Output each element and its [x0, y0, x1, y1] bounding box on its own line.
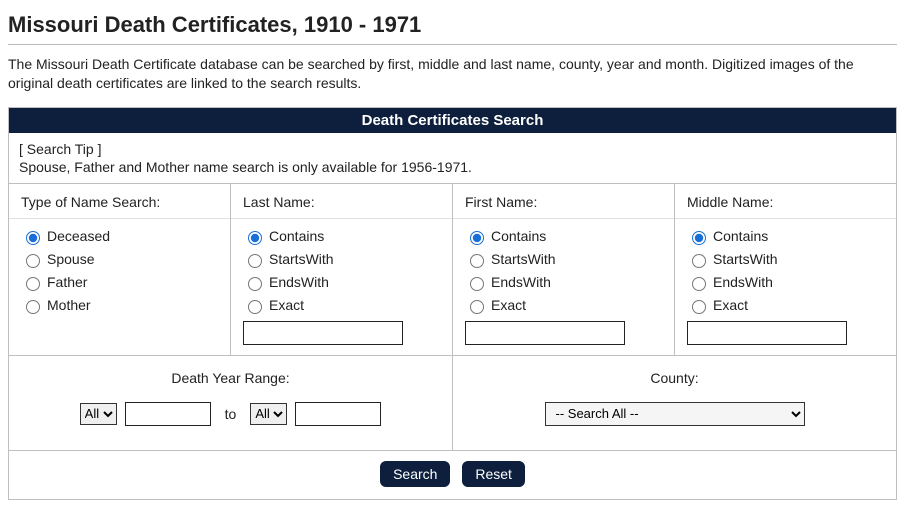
radio-mother-input[interactable]: [26, 300, 40, 314]
radio-mother[interactable]: Mother: [21, 294, 218, 317]
last-name-exact-input[interactable]: [248, 300, 262, 314]
middle-name-column: Middle Name: Contains StartsWith EndsWit…: [675, 184, 896, 355]
radio-mother-label: Mother: [47, 297, 91, 313]
first-name-contains[interactable]: Contains: [465, 225, 662, 248]
radio-deceased-label: Deceased: [47, 228, 110, 244]
county-column: County: -- Search All --: [453, 356, 896, 450]
lower-row: Death Year Range: All to All County: -- …: [9, 356, 896, 451]
reset-button[interactable]: Reset: [462, 461, 525, 487]
year-to-select[interactable]: All: [250, 403, 287, 425]
middle-name-endswith-input[interactable]: [692, 277, 706, 291]
first-name-exact-label: Exact: [491, 297, 526, 313]
middle-name-input[interactable]: [687, 321, 847, 345]
first-name-heading: First Name:: [453, 184, 674, 219]
last-name-startswith-input[interactable]: [248, 254, 262, 268]
county-heading: County:: [463, 370, 886, 386]
middle-name-contains-label: Contains: [713, 228, 768, 244]
year-to-input[interactable]: [295, 402, 381, 426]
middle-name-heading: Middle Name:: [675, 184, 896, 219]
first-name-startswith[interactable]: StartsWith: [465, 248, 662, 271]
first-name-input[interactable]: [465, 321, 625, 345]
middle-name-exact-input[interactable]: [692, 300, 706, 314]
middle-name-exact[interactable]: Exact: [687, 294, 884, 317]
year-range-heading: Death Year Range:: [19, 370, 442, 386]
first-name-exact[interactable]: Exact: [465, 294, 662, 317]
type-of-name-heading: Type of Name Search:: [9, 184, 230, 219]
last-name-exact[interactable]: Exact: [243, 294, 440, 317]
last-name-contains[interactable]: Contains: [243, 225, 440, 248]
last-name-endswith-input[interactable]: [248, 277, 262, 291]
last-name-contains-label: Contains: [269, 228, 324, 244]
search-panel: Death Certificates Search [ Search Tip ]…: [8, 107, 897, 500]
middle-name-endswith[interactable]: EndsWith: [687, 271, 884, 294]
year-range-column: Death Year Range: All to All: [9, 356, 453, 450]
middle-name-contains[interactable]: Contains: [687, 225, 884, 248]
first-name-contains-label: Contains: [491, 228, 546, 244]
last-name-exact-label: Exact: [269, 297, 304, 313]
page-title: Missouri Death Certificates, 1910 - 1971: [8, 12, 897, 38]
search-tip-label: [ Search Tip ]: [19, 141, 886, 157]
title-divider: [8, 44, 897, 45]
last-name-contains-input[interactable]: [248, 231, 262, 245]
radio-deceased-input[interactable]: [26, 231, 40, 245]
last-name-heading: Last Name:: [231, 184, 452, 219]
last-name-endswith-label: EndsWith: [269, 274, 329, 290]
first-name-endswith[interactable]: EndsWith: [465, 271, 662, 294]
first-name-startswith-input[interactable]: [470, 254, 484, 268]
search-tip-text: Spouse, Father and Mother name search is…: [19, 159, 472, 175]
last-name-endswith[interactable]: EndsWith: [243, 271, 440, 294]
criteria-row: Type of Name Search: Deceased Spouse Fat…: [9, 184, 896, 356]
radio-spouse-input[interactable]: [26, 254, 40, 268]
year-from-select[interactable]: All: [80, 403, 117, 425]
radio-father[interactable]: Father: [21, 271, 218, 294]
county-select[interactable]: -- Search All --: [545, 402, 805, 426]
intro-text: The Missouri Death Certificate database …: [8, 55, 897, 93]
middle-name-contains-input[interactable]: [692, 231, 706, 245]
type-of-name-column: Type of Name Search: Deceased Spouse Fat…: [9, 184, 231, 355]
year-from-input[interactable]: [125, 402, 211, 426]
first-name-startswith-label: StartsWith: [491, 251, 556, 267]
year-to-label: to: [219, 406, 243, 422]
first-name-endswith-input[interactable]: [470, 277, 484, 291]
first-name-column: First Name: Contains StartsWith EndsWith…: [453, 184, 675, 355]
radio-father-input[interactable]: [26, 277, 40, 291]
middle-name-exact-label: Exact: [713, 297, 748, 313]
first-name-contains-input[interactable]: [470, 231, 484, 245]
panel-header: Death Certificates Search: [9, 108, 896, 133]
middle-name-startswith-label: StartsWith: [713, 251, 778, 267]
middle-name-startswith[interactable]: StartsWith: [687, 248, 884, 271]
middle-name-startswith-input[interactable]: [692, 254, 706, 268]
radio-spouse[interactable]: Spouse: [21, 248, 218, 271]
radio-spouse-label: Spouse: [47, 251, 94, 267]
first-name-exact-input[interactable]: [470, 300, 484, 314]
last-name-column: Last Name: Contains StartsWith EndsWith …: [231, 184, 453, 355]
middle-name-endswith-label: EndsWith: [713, 274, 773, 290]
search-tip: [ Search Tip ] Spouse, Father and Mother…: [9, 133, 896, 184]
radio-deceased[interactable]: Deceased: [21, 225, 218, 248]
radio-father-label: Father: [47, 274, 87, 290]
last-name-startswith[interactable]: StartsWith: [243, 248, 440, 271]
button-row: Search Reset: [9, 451, 896, 499]
search-button[interactable]: Search: [380, 461, 450, 487]
last-name-startswith-label: StartsWith: [269, 251, 334, 267]
first-name-endswith-label: EndsWith: [491, 274, 551, 290]
last-name-input[interactable]: [243, 321, 403, 345]
